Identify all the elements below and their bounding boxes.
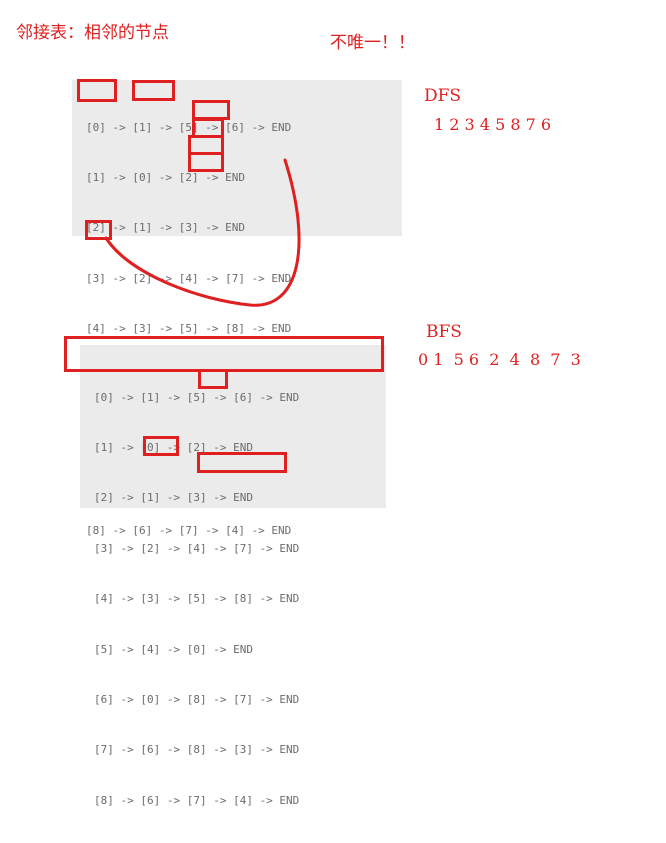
dfs-highlight-node-5	[188, 152, 224, 172]
dfs-label: DFS	[424, 86, 462, 106]
adjacency-row: [8] -> [6] -> [7] -> [4] -> END	[94, 793, 300, 807]
dfs-highlight-node-8	[85, 220, 112, 240]
bfs-highlight-node-2	[198, 369, 228, 389]
adjacency-row: [5] -> [4] -> [0] -> END	[94, 642, 253, 656]
adjacency-row: [7] -> [6] -> [8] -> [3] -> END	[94, 743, 300, 757]
dfs-highlight-node-1	[132, 80, 175, 101]
bfs-highlight-nodes-8-7	[197, 452, 287, 473]
adjacency-row: [2] -> [1] -> [3] -> END	[86, 221, 245, 235]
adjacency-row: [4] -> [3] -> [5] -> [8] -> END	[94, 592, 300, 606]
bfs-label: BFS	[426, 322, 462, 342]
adjacency-list-bottom: [0] -> [1] -> [5] -> [6] -> END [1] -> […	[94, 356, 299, 843]
dfs-order: 1 2 3 4 5 8 7 6	[434, 115, 552, 134]
bfs-highlight-row-0	[64, 336, 384, 372]
adjacency-row: [0] -> [1] -> [5] -> [6] -> END	[94, 390, 300, 404]
page-title: 邻接表：相邻的节点	[16, 23, 169, 43]
bfs-order: 0 1 5 6 2 4 8 7 3	[418, 350, 581, 369]
dfs-highlight-node-0	[77, 79, 117, 102]
adjacency-row: [3] -> [2] -> [4] -> [7] -> END	[94, 541, 300, 555]
adjacency-row: [1] -> [0] -> [2] -> END	[86, 170, 245, 184]
adjacency-row: [6] -> [0] -> [8] -> [7] -> END	[94, 692, 300, 706]
adjacency-row: [2] -> [1] -> [3] -> END	[94, 491, 253, 505]
not-unique-note: 不唯一！！	[330, 33, 415, 53]
bfs-highlight-node-4	[143, 436, 179, 456]
adjacency-row: [3] -> [2] -> [4] -> [7] -> END	[86, 271, 292, 285]
dfs-highlight-node-2	[192, 100, 230, 120]
adjacency-row: [0] -> [1] -> [5] -> [6] -> END	[86, 120, 292, 134]
adjacency-list-panel-top: [0] -> [1] -> [5] -> [6] -> END [1] -> […	[72, 80, 402, 537]
